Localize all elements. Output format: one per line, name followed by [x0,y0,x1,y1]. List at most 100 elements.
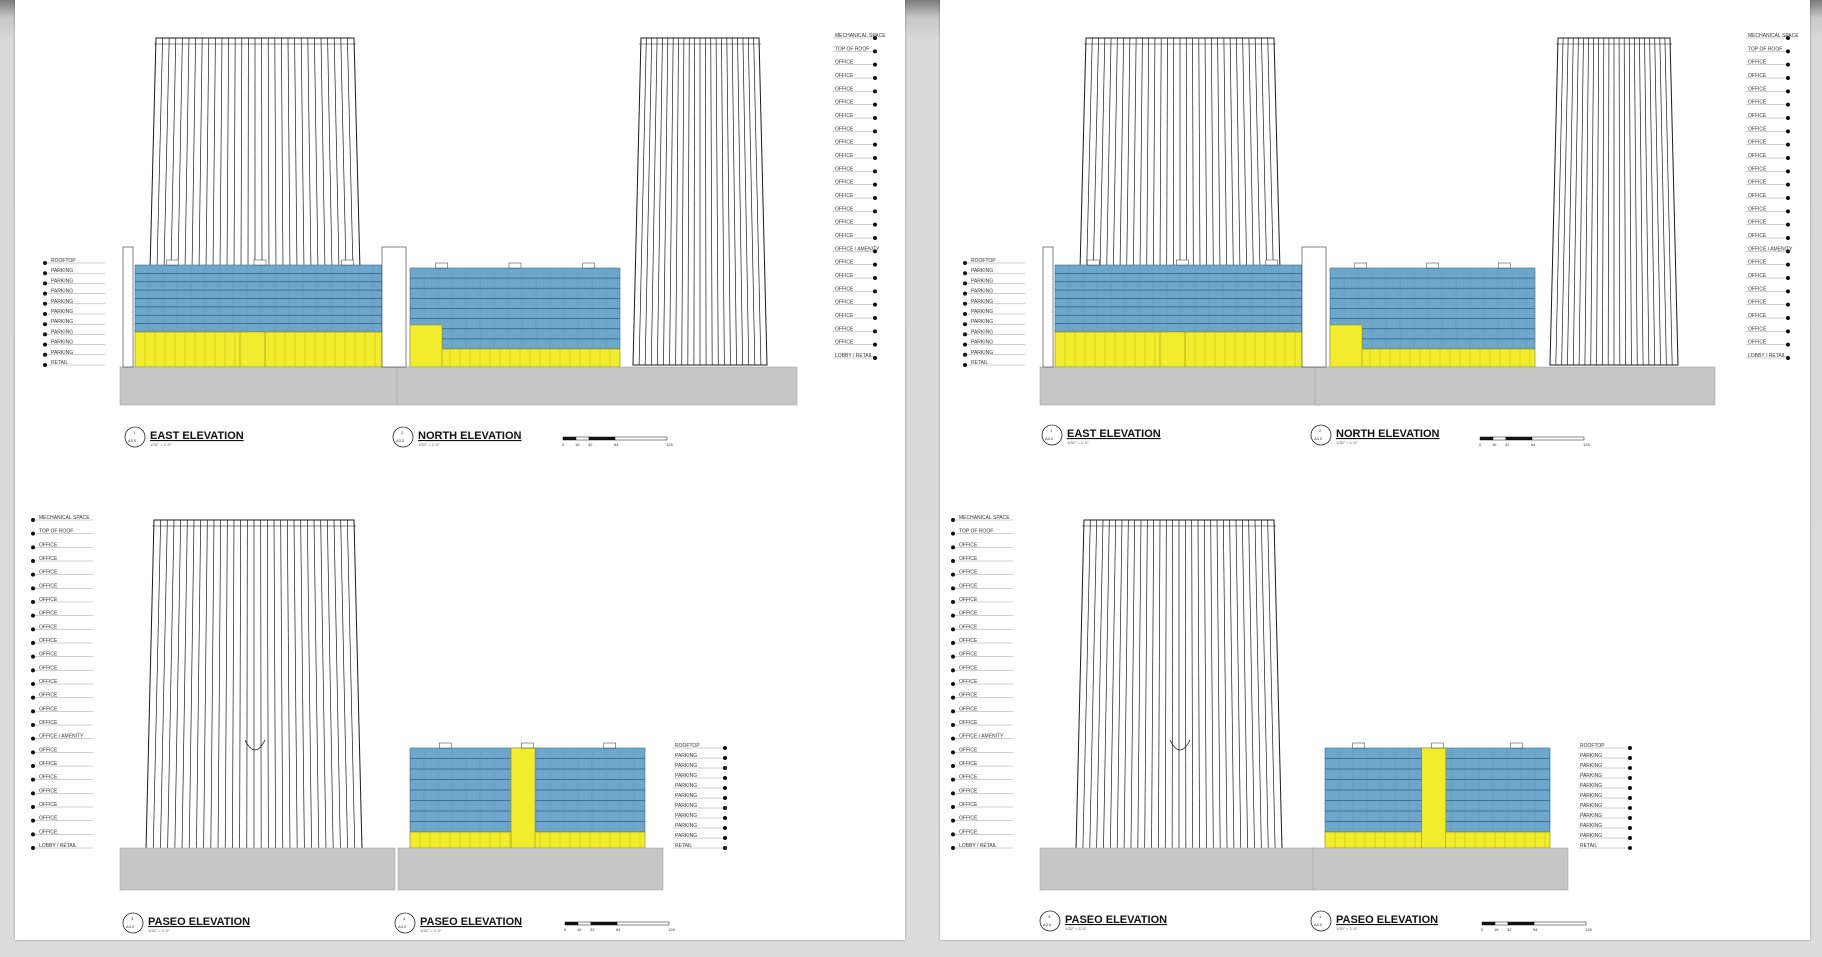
level-label: OFFICE [959,747,978,753]
level-label: OFFICE [1748,220,1767,226]
level-label: OFFICE [1748,233,1767,239]
level-datum-marker [873,289,877,294]
level-markers: ROOFTOP PARKING PARKING PARKING PARKING PARKI… [673,743,727,850]
level-datum-marker [951,832,955,837]
level-label: OFFICE [835,193,854,199]
level-label: PARKING [51,319,73,325]
scale-bar-segment [1531,436,1585,441]
level-datum-marker [963,322,967,327]
level-datum-marker [31,818,35,823]
level-label: PARKING [51,299,73,305]
level-label: OFFICE [39,816,58,822]
scale-bar-segment [614,436,668,441]
level-label: OFFICE / AMENITY [39,734,84,740]
level-label: OFFICE [39,652,58,658]
level-datum-marker [951,723,955,727]
below-grade-base [1312,847,1569,891]
level-datum-marker [1786,262,1790,267]
level-label: OFFICE [959,556,978,562]
level-datum-marker [31,805,35,809]
level-datum-marker [31,750,35,755]
level-label: OFFICE [835,100,854,106]
level-label: ROOFTOP [51,258,76,264]
level-label: PARKING [1580,753,1602,759]
level-label: RETAIL [971,360,988,366]
level-datum-marker [1786,196,1790,200]
yellow-core-element [409,324,443,368]
level-datum-marker [1628,786,1632,790]
level-label: OFFICE [1748,86,1767,92]
level-label: OFFICE [835,300,854,306]
rooftop-stair-tower [1510,742,1523,749]
level-label: PARKING [1580,813,1602,819]
level-label: OFFICE [39,624,58,630]
scale-bar-segment [1507,921,1535,926]
level-label: PARKING [1580,763,1602,769]
scale-tick-label: 128 [1583,442,1590,447]
scale-bar-segment [1492,436,1507,441]
paseo-elevation-title: PASEO ELEVATION [420,916,522,928]
below-grade-base [397,847,664,891]
level-label: OFFICE [959,720,978,726]
yellow-core-element [510,747,536,849]
parking-podium [1054,259,1311,368]
level-datum-marker [951,531,955,536]
level-datum-marker [31,668,35,673]
level-datum-marker [43,291,47,296]
level-label: PARKING [51,309,73,315]
tower-elevation [1549,37,1679,366]
level-label: PARKING [1580,773,1602,779]
level-markers: MECHANICAL SPACE TOP OF ROOF OFFICE OFFICE O… [1746,33,1799,360]
level-label: PARKING [1580,803,1602,809]
scale-tick-label: 128 [666,442,673,447]
paseo-elevation-title: PASEO ELEVATION [1336,914,1438,926]
drawing-ref-number: 3 [131,916,134,921]
level-datum-marker [963,363,967,367]
tower-elevation [632,37,768,366]
level-label: TOP OF ROOF [959,529,993,535]
drawing-ref-number: 4 [403,916,406,921]
level-label: OFFICE [1748,286,1767,292]
level-datum-marker [873,102,877,107]
level-label: OFFICE [1748,140,1767,146]
level-label: OFFICE [835,273,854,279]
level-datum-marker [1786,316,1790,320]
level-datum-marker [951,641,955,645]
level-datum-marker [31,832,35,837]
east-elevation-title: EAST ELEVATION [1067,428,1161,440]
scale-tick-label: 0 [1479,442,1482,447]
level-datum-marker [1628,826,1632,830]
level-label: OFFICE [39,788,58,794]
drawing-scale-note: 1/32" = 1'-0" [1336,926,1358,931]
scale-bar-segment [1481,921,1496,926]
level-datum-marker [723,776,727,780]
level-label: MECHANICAL SPACE [39,515,90,521]
drawing-sheet-right: 1 A3.0 EAST ELEVATION 1/32" = 1'-0" 2 A3… [940,0,1810,940]
level-datum-marker [1628,796,1632,800]
level-datum-marker [1628,766,1632,770]
level-label: OFFICE [959,802,978,808]
scale-tick-label: 64 [616,927,621,932]
level-label: OFFICE [959,679,978,685]
level-label: PARKING [51,289,73,295]
level-datum-marker [873,62,877,67]
scale-tick-label: 32 [1507,927,1512,932]
scale-tick-label: 32 [1505,442,1510,447]
scale-tick-label: 128 [1585,927,1592,932]
rooftop-stair-tower [508,262,522,269]
north-elevation-title: NORTH ELEVATION [418,430,522,442]
level-datum-marker [43,352,47,357]
level-label: PARKING [971,340,993,346]
rooftop-stair-tower [341,259,354,266]
level-datum-marker [31,695,35,700]
drawing-ref-number: 4 [1319,914,1322,919]
level-label: OFFICE [835,113,854,119]
yellow-core-element [1421,747,1446,849]
level-label: OFFICE [835,313,854,319]
level-datum-marker [1786,342,1790,347]
level-label: OFFICE [835,286,854,292]
level-markers: MECHANICAL SPACE TOP OF ROOF OFFICE OFFICE O… [833,33,886,360]
level-label: PARKING [971,329,993,335]
level-datum-marker [1786,102,1790,107]
level-datum-marker [873,49,877,54]
